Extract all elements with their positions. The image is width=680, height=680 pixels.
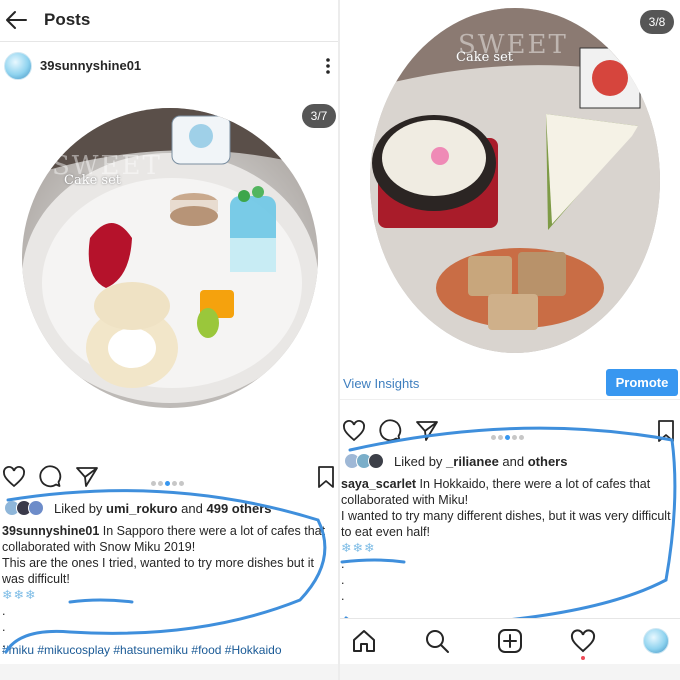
hashtags[interactable]: #miku #mikucosplay #hatsunemiku #food #H… [2,643,282,657]
likes-others-count: 499 others [206,501,272,516]
liker-avatars [344,453,390,471]
caption-line-1: saya_scarlet In Hokkaido, there were a l… [341,477,651,507]
photo-counter-badge: 3/8 [640,10,674,34]
liker-username: umi_rokuro [106,501,178,516]
bookmark-icon[interactable] [314,465,338,489]
top-bar: Posts [0,0,338,42]
carousel-indicator [490,427,525,440]
action-bar [340,416,680,446]
caption-line-1: 39sunnyshine01 In Sapporo there were a l… [2,524,326,554]
carousel-indicator [150,473,185,486]
bookmark-icon[interactable] [654,419,678,443]
post-caption: saya_scarlet In Hokkaido, there were a l… [341,476,679,604]
heart-icon[interactable] [2,465,26,489]
post-header: 39sunnyshine01 [0,50,338,84]
share-icon[interactable] [75,465,99,489]
caption-line-2: This are the ones I tried, wanted to try… [2,556,314,586]
post-photo[interactable]: SWEET Cake set 3/8 [340,0,680,368]
heart-icon[interactable] [342,419,366,443]
caption-username: 39sunnyshine01 [2,524,100,538]
left-post-screen: Posts 39sunnyshine01 SWEET Cake set 3/7 … [0,0,338,680]
promote-button[interactable]: Promote [606,369,678,396]
profile-avatar[interactable] [643,628,669,654]
share-icon[interactable] [415,419,439,443]
system-nav-bar [340,664,680,680]
bottom-nav [340,618,680,664]
right-post-screen: SWEET Cake set 3/8 View Insights Promote… [340,0,680,680]
comment-icon[interactable] [378,419,402,443]
more-options-icon[interactable] [322,56,334,76]
likes-text: Liked by _rilianee and others [394,454,568,469]
search-icon[interactable] [424,628,450,654]
post-caption: 39sunnyshine01 In Sapporo there were a l… [2,523,336,651]
system-nav-bar [0,664,338,680]
caption-dot-line: . [2,620,6,634]
activity-heart-icon[interactable] [570,628,596,654]
view-insights-link[interactable]: View Insights [343,376,419,391]
likes-row[interactable]: Liked by umi_rokuro and 499 others [0,499,338,519]
caption-line-2: I wanted to try many different dishes, b… [341,509,671,539]
page-title: Posts [44,10,91,29]
likes-text: Liked by umi_rokuro and 499 others [54,501,272,516]
likes-others-count: others [527,454,568,469]
snowflake-emoji: ❄❄❄ [2,588,37,602]
comment-icon[interactable] [38,465,62,489]
liker-username: _rilianee [446,454,499,469]
photo-counter-badge: 3/7 [302,104,336,128]
caption-dot-line: . [2,604,6,618]
cake-set-label: Cake set [64,173,121,188]
add-post-icon[interactable] [497,628,523,654]
liker-avatars [4,500,50,518]
post-photo[interactable]: SWEET Cake set 3/7 [0,96,338,451]
cake-set-label: Cake set [456,50,513,65]
back-arrow-icon[interactable] [4,8,30,32]
home-icon[interactable] [351,628,377,654]
action-bar [0,462,338,492]
insights-bar: View Insights Promote [340,368,680,400]
caption-dot-line: . [341,557,345,571]
caption-dot-line: . [341,589,345,603]
avatar[interactable] [4,52,32,80]
caption-dot-line: . [341,573,345,587]
author-username[interactable]: 39sunnyshine01 [40,58,141,73]
snowflake-emoji: ❄❄❄ [341,541,376,555]
likes-row[interactable]: Liked by _rilianee and others [340,452,680,472]
caption-username: saya_scarlet [341,477,417,491]
notification-dot [581,656,585,660]
